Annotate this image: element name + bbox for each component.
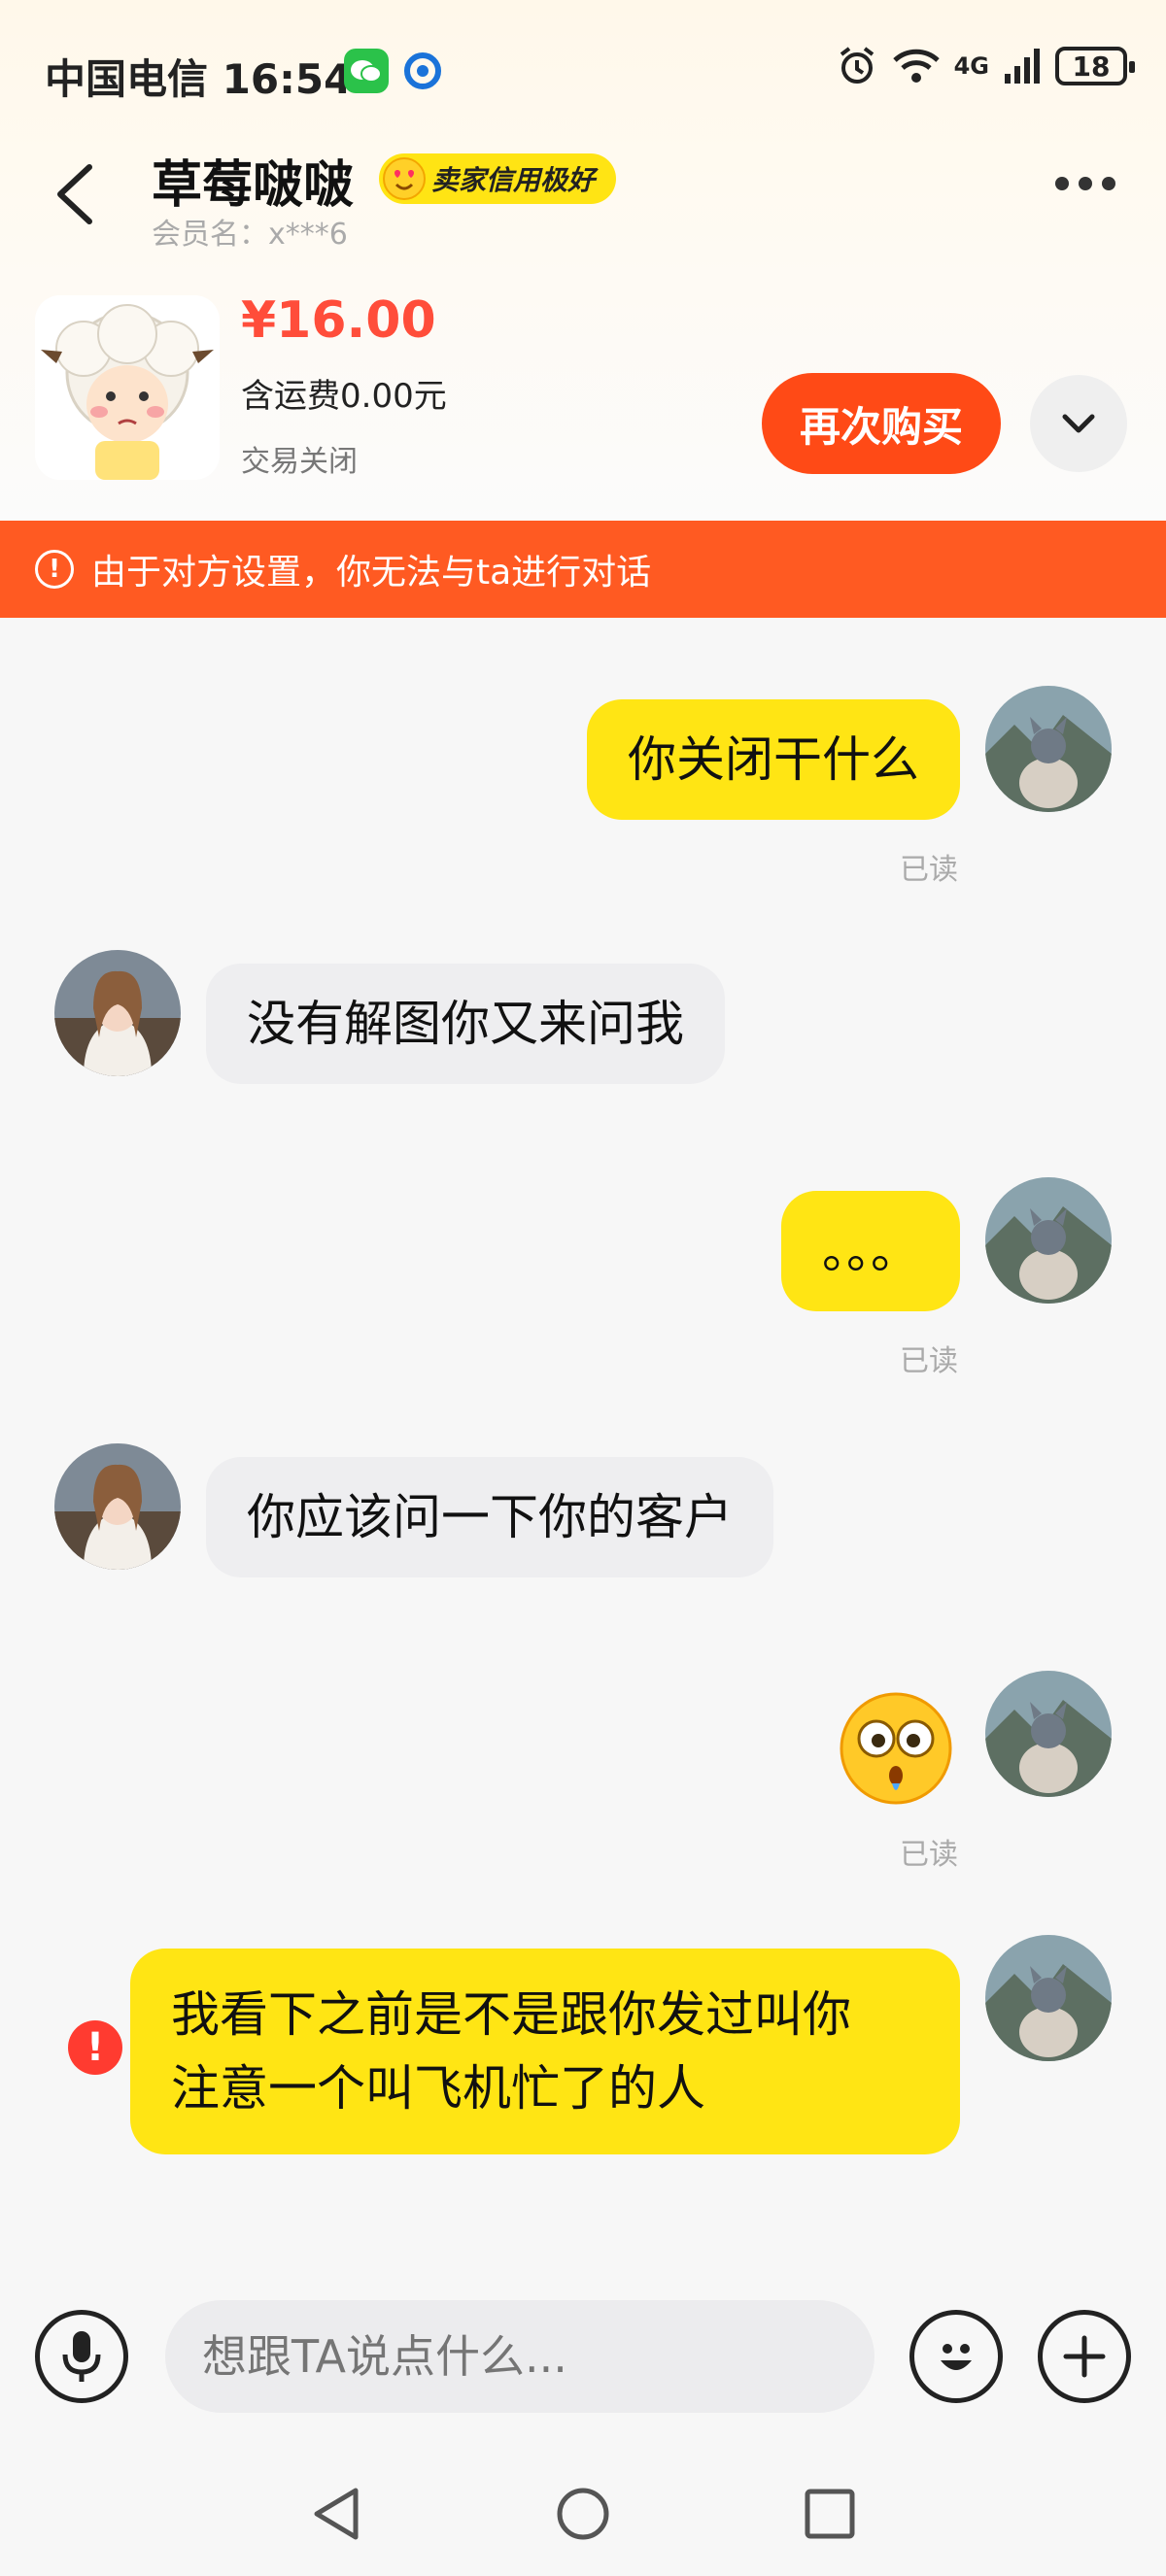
shipping-fee: 含运费0.00元 [241, 377, 447, 416]
read-status: 已读 [900, 853, 958, 887]
status-bar: 中国电信 16:54 4G 18 [0, 39, 1166, 107]
wifi-icon [892, 49, 940, 83]
emoji-button[interactable] [909, 2310, 1003, 2403]
notice-text: 由于对方设置，你无法与ta进行对话 [91, 553, 652, 593]
more-button[interactable] [1055, 177, 1115, 190]
my-avatar[interactable] [985, 1671, 1112, 1797]
seller-avatar[interactable] [54, 1443, 181, 1570]
message-bubble-them[interactable]: 没有解图你又来问我 [206, 964, 725, 1084]
seller-name[interactable]: 草莓啵啵 [152, 144, 354, 217]
rebuy-button[interactable]: 再次购买 [762, 373, 1001, 474]
credit-badge[interactable]: 卖家信用极好 [379, 153, 617, 204]
product-image[interactable] [35, 295, 220, 480]
smiley-icon [941, 2344, 972, 2370]
system-nav-bar [0, 2448, 1166, 2576]
nav-recents-icon[interactable] [803, 2487, 857, 2541]
plus-icon [1063, 2335, 1106, 2378]
read-status: 已读 [900, 1344, 958, 1378]
message-line: 注意一个叫飞机忙了的人 [171, 2060, 705, 2117]
chevron-down-icon [1062, 414, 1095, 433]
warning-icon: ! [35, 550, 74, 589]
alarm-icon [840, 47, 874, 84]
message-bubble-me[interactable]: 你关闭干什么 [587, 699, 960, 820]
my-avatar[interactable] [985, 686, 1112, 812]
signal-icon [1005, 49, 1040, 84]
status-carrier-time: 中国电信 16:54 [45, 55, 353, 103]
chevron-left-icon [57, 164, 92, 224]
expand-button[interactable] [1030, 375, 1127, 472]
heart-eyes-emoji-icon [383, 157, 426, 200]
seller-avatar[interactable] [54, 950, 181, 1076]
product-price: ¥16.00 [241, 291, 436, 350]
back-button[interactable] [52, 163, 95, 225]
my-avatar[interactable] [985, 1177, 1112, 1304]
message-bubble-them[interactable]: 你应该问一下你的客户 [206, 1457, 773, 1577]
my-avatar[interactable] [985, 1935, 1112, 2061]
notice-banner: ! 由于对方设置，你无法与ta进行对话 [0, 521, 1166, 618]
message-bubble-me[interactable]: 。。。 [781, 1191, 960, 1311]
trade-status: 交易关闭 [241, 445, 358, 479]
message-bubble-me[interactable]: 我看下之前是不是跟你发过叫你 注意一个叫飞机忙了的人 [130, 1949, 960, 2154]
nav-home-icon[interactable] [554, 2485, 612, 2543]
crying-face-sticker[interactable] [838, 1690, 954, 1807]
nav-back-icon[interactable] [309, 2485, 363, 2543]
send-failed-icon[interactable]: ! [68, 2020, 122, 2075]
status-icons: 4G 18 [836, 45, 1135, 87]
message-line: 我看下之前是不是跟你发过叫你 [171, 1986, 851, 2043]
network-type: 4G [953, 52, 989, 80]
read-status: 已读 [900, 1838, 958, 1872]
microphone-icon [62, 2331, 101, 2382]
plus-button[interactable] [1038, 2310, 1131, 2403]
voice-button[interactable] [35, 2310, 128, 2403]
member-name: 会员名：x***6 [152, 218, 348, 252]
browser-app-icon [400, 49, 445, 93]
message-input[interactable] [165, 2300, 874, 2413]
input-bar [0, 2273, 1166, 2448]
wechat-icon [344, 49, 389, 93]
battery-indicator: 18 [1055, 47, 1135, 85]
